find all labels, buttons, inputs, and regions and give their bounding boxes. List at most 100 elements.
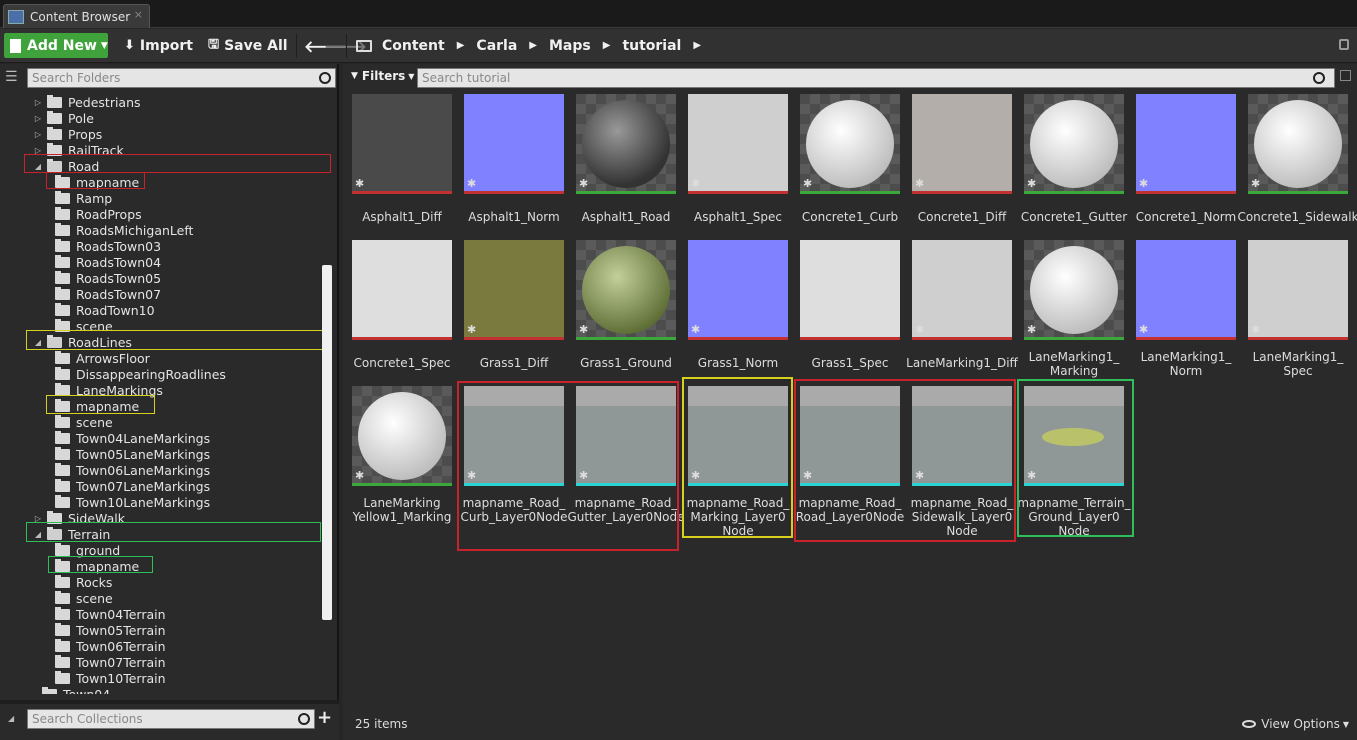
- folder-panel: ☰ Search Folders ▷ Pedestrians ▷ Pole ▷ Props…: [0, 64, 339, 740]
- material-sphere: [806, 100, 894, 188]
- folder-icon: [55, 206, 70, 220]
- folder-item[interactable]: Town10LaneMarkings: [55, 494, 210, 510]
- asset-name: Asphalt1_Norm: [468, 210, 560, 224]
- folder-item[interactable]: ▷ Props: [33, 126, 102, 142]
- search-collections-input[interactable]: Search Collections: [27, 709, 315, 729]
- chevron-right-icon[interactable]: ▶: [603, 40, 611, 51]
- collapsed-arrow-icon[interactable]: ▷: [33, 114, 43, 123]
- folder-item[interactable]: RoadsTown03: [55, 238, 161, 254]
- collapse-arrow-icon[interactable]: ◢: [8, 714, 14, 723]
- folder-item[interactable]: Town05LaneMarkings: [55, 446, 210, 462]
- folder-item[interactable]: RoadsTown04: [55, 254, 161, 270]
- folder-item[interactable]: Town04Terrain: [55, 606, 166, 622]
- asset-thumbnail: ✱: [688, 240, 788, 340]
- view-options-button[interactable]: View Options ▼: [1242, 717, 1349, 731]
- folder-icon: [55, 494, 70, 508]
- folder-item[interactable]: Town07Terrain: [55, 654, 166, 670]
- folder-item[interactable]: RoadsTown05: [55, 270, 161, 286]
- folder-item[interactable]: Town07LaneMarkings: [55, 478, 210, 494]
- filters-button[interactable]: ▼ Filters ▼: [351, 69, 414, 83]
- chevron-down-icon: ▼: [1342, 719, 1349, 729]
- folder-label: Town04LaneMarkings: [76, 430, 211, 446]
- close-icon[interactable]: ×: [134, 8, 143, 21]
- folder-icon[interactable]: [356, 39, 372, 52]
- import-button[interactable]: ⬇ Import: [124, 33, 193, 58]
- material-sphere: [582, 246, 670, 334]
- folder-icon: [55, 254, 70, 268]
- folder-icon: [55, 414, 70, 428]
- asset-type-bar: [688, 337, 788, 340]
- folder-item[interactable]: Rocks: [55, 574, 112, 590]
- folder-icon: [55, 270, 70, 284]
- lock-icon[interactable]: [1339, 39, 1349, 50]
- folder-item[interactable]: Town10Terrain: [55, 670, 166, 686]
- folder-icon: [55, 366, 70, 380]
- folder-item[interactable]: Town06LaneMarkings: [55, 462, 210, 478]
- asset-badge-icon: ✱: [915, 177, 925, 190]
- highlight-road: [24, 154, 331, 173]
- collections-bar: ◢ Search Collections +: [0, 700, 339, 740]
- folder-item[interactable]: Town04LaneMarkings: [55, 430, 210, 446]
- folder-item[interactable]: RoadsTown07: [55, 286, 161, 302]
- material-sphere: [1030, 100, 1118, 188]
- folder-item[interactable]: Ramp: [55, 190, 112, 206]
- search-icon[interactable]: [1313, 72, 1325, 84]
- folder-scrollbar[interactable]: [322, 265, 332, 620]
- folder-icon: [55, 286, 70, 300]
- asset-thumbnail: ✱: [464, 240, 564, 340]
- folder-item[interactable]: ArrowsFloor: [55, 350, 150, 366]
- asset-badge-icon: ✱: [1027, 323, 1037, 336]
- folder-icon: [55, 382, 70, 396]
- search-folders-input[interactable]: Search Folders: [27, 68, 336, 88]
- chevron-down-icon: ▼: [100, 40, 108, 51]
- asset-name: Concrete1_Spec: [353, 356, 451, 370]
- breadcrumb-content[interactable]: Content: [382, 38, 445, 54]
- asset-badge-icon: ✱: [1139, 177, 1149, 190]
- breadcrumb-carla[interactable]: Carla: [476, 38, 517, 54]
- folder-item[interactable]: DissappearingRoadlines: [55, 366, 226, 382]
- search-icon[interactable]: [319, 72, 331, 84]
- asset-name: Concrete1_Diff: [917, 210, 1007, 224]
- folder-item[interactable]: Town05Terrain: [55, 622, 166, 638]
- search-icon[interactable]: [298, 713, 310, 725]
- folder-label: Town07Terrain: [76, 654, 166, 670]
- folder-item[interactable]: scene: [55, 590, 113, 606]
- folder-item[interactable]: RoadTown10: [55, 302, 155, 318]
- material-sphere: [582, 100, 670, 188]
- folder-label: Pole: [68, 110, 94, 126]
- folder-icon: [55, 430, 70, 444]
- folder-label: Town07LaneMarkings: [76, 478, 211, 494]
- asset-type-bar: [464, 337, 564, 340]
- asset-badge-icon: ✱: [691, 323, 701, 336]
- save-all-button[interactable]: 🖫 Save All: [208, 33, 288, 58]
- material-sphere: [1254, 100, 1342, 188]
- chevron-right-icon[interactable]: ▶: [693, 40, 701, 51]
- folder-label: RoadsMichiganLeft: [76, 222, 194, 238]
- breadcrumb-tutorial[interactable]: tutorial: [622, 38, 681, 54]
- folder-icon: [55, 542, 70, 556]
- chevron-right-icon[interactable]: ▶: [457, 40, 465, 51]
- folder-item[interactable]: Town06Terrain: [55, 638, 166, 654]
- folder-item[interactable]: RoadsMichiganLeft: [55, 222, 193, 238]
- folder-item[interactable]: ▷ Pole: [33, 110, 94, 126]
- folder-item[interactable]: scene: [55, 414, 113, 430]
- folder-item[interactable]: ▷ Pedestrians: [33, 94, 141, 110]
- folder-item[interactable]: Town04: [42, 686, 110, 694]
- add-collection-icon[interactable]: +: [317, 707, 332, 728]
- folder-label: Town04Terrain: [76, 606, 166, 622]
- collapsed-arrow-icon[interactable]: ▷: [33, 130, 43, 139]
- asset-name: Grass1_Spec: [811, 356, 889, 370]
- tab-content-browser[interactable]: Content Browser ×: [3, 4, 150, 28]
- asset-name: Concrete1_Sidewalk: [1237, 210, 1357, 224]
- add-new-button[interactable]: Add New ▼: [4, 33, 108, 58]
- asset-thumbnail: ✱: [352, 386, 452, 486]
- folder-item[interactable]: RoadProps: [55, 206, 142, 222]
- collapsed-arrow-icon[interactable]: ▷: [33, 98, 43, 107]
- search-assets-input[interactable]: Search tutorial: [417, 68, 1335, 88]
- chevron-right-icon[interactable]: ▶: [529, 40, 537, 51]
- asset-badge-icon: ✱: [579, 177, 589, 190]
- breadcrumb-maps[interactable]: Maps: [549, 38, 591, 54]
- save-search-icon[interactable]: [1340, 70, 1351, 81]
- toggle-sources-icon[interactable]: ☰: [5, 69, 18, 85]
- asset-type-bar: [352, 483, 452, 486]
